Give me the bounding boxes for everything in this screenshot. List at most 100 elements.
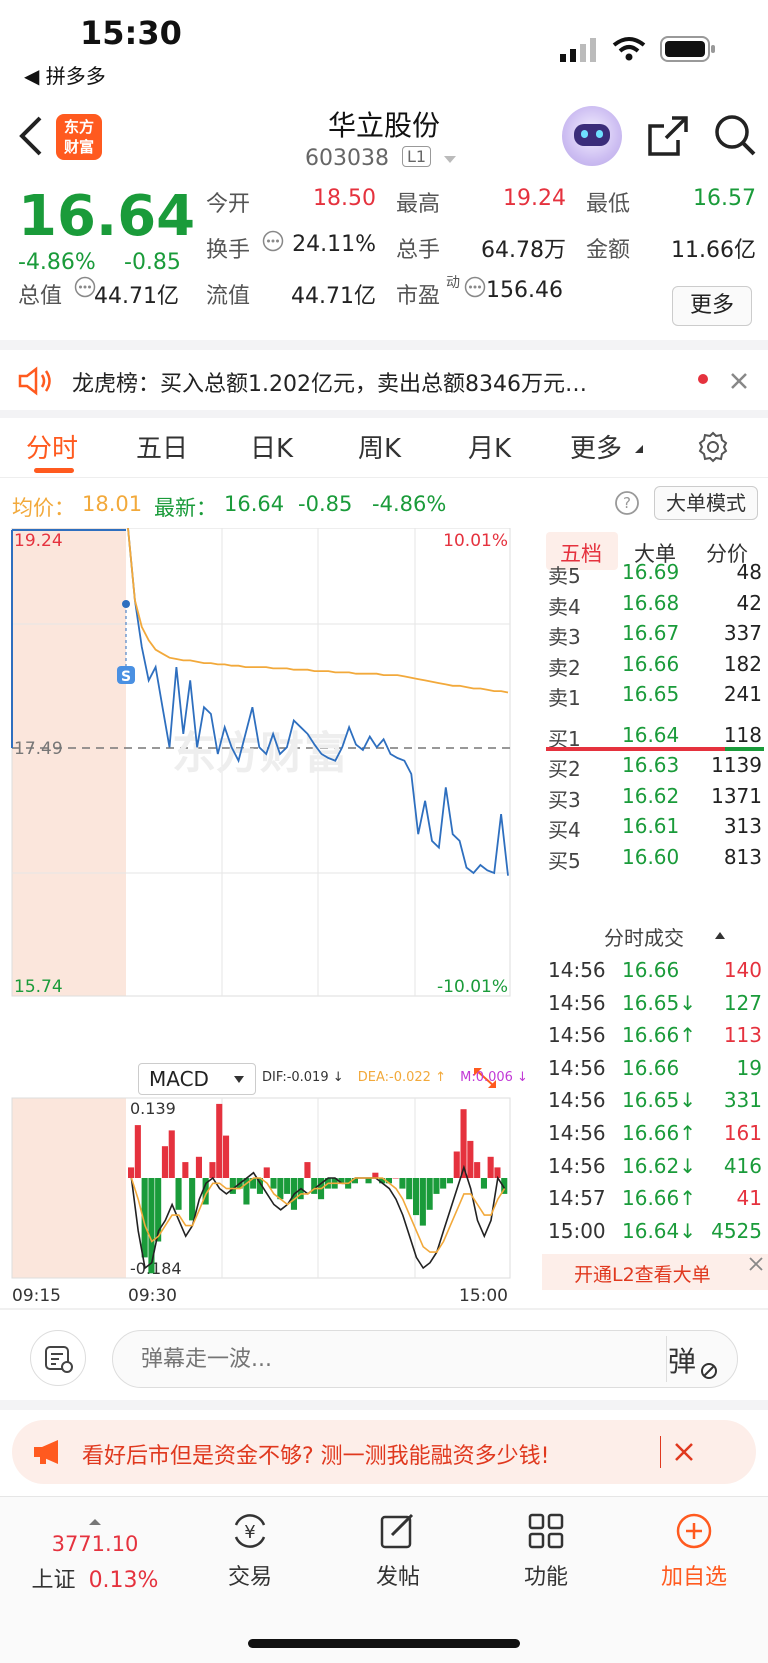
market-index-widget[interactable]: 3771.10 上证 0.13% [20,1511,170,1594]
tab-five-day[interactable]: 五日 [136,428,188,465]
bottom-navigation: 3771.10 上证 0.13% ¥ 交易 发帖 功能 加自选 [0,1496,768,1663]
info-dots-icon[interactable] [464,276,486,298]
big-order-mode-button[interactable]: 大单模式 [654,486,758,520]
danmu-input[interactable] [112,1330,738,1388]
tab-weekly-k[interactable]: 周K [358,428,401,465]
pe-value: 156.46 [486,278,563,303]
level-badge: L1 [402,146,432,167]
tab-monthly-k[interactable]: 月K [468,428,511,465]
dragon-tiger-notice[interactable]: 龙虎榜：买入总额1.202亿元，卖出总额8346万元… [0,350,768,410]
intraday-chart[interactable]: 东方财富19.2417.4915.7410.01%-10.01%0.139-0.… [0,528,542,1308]
gear-icon[interactable] [696,430,730,464]
pct-axis-top: 10.01% [443,531,508,551]
level-price: 16.68 [622,590,680,615]
divider [0,410,768,418]
level-volume: 1371 [711,783,762,808]
macd-bar [487,1156,494,1178]
l2-promo-banner[interactable]: 开通L2查看大单 [542,1254,768,1290]
trade-row: 14:56 16.66↑ 113 [542,1023,768,1057]
trade-price: 16.66 [622,1055,680,1080]
macd-bar [453,1151,460,1178]
trade-volume: 41 [736,1186,762,1211]
close-icon[interactable] [748,1256,764,1272]
trade-row: 14:57 16.66↑ 41 [542,1186,768,1220]
stock-header: 东方 财富 华立股份 603038 L1 [0,100,768,180]
trade-price: 16.64↓ [622,1218,697,1243]
nav-add-watchlist[interactable]: 加自选 [634,1511,754,1591]
macd-bar [270,1178,277,1189]
tab-intraday[interactable]: 分时 [26,428,78,465]
nav-functions-label: 功能 [523,1565,568,1590]
macd-bar [426,1178,433,1210]
level-volume: 182 [723,651,762,676]
macd-bar [195,1156,202,1178]
level-label: 买2 [548,757,581,781]
danmu-toggle-button[interactable]: 弹 [668,1340,696,1380]
nav-trade[interactable]: ¥ 交易 [190,1511,310,1591]
level-label: 卖5 [548,564,581,588]
nav-functions[interactable]: 功能 [486,1511,606,1591]
trade-icon: ¥ [234,1514,266,1548]
trades-title[interactable]: 分时成交 [604,922,684,951]
info-dots-icon[interactable] [74,276,96,298]
search-icon[interactable] [712,112,758,158]
amount-label: 金额 [586,238,631,263]
trade-time: 14:56 [548,1088,606,1113]
price-axis-top: 19.24 [14,531,63,551]
macd-bar [148,1178,155,1274]
macd-bar [134,1125,141,1178]
indicator-select[interactable]: MACD [138,1063,256,1095]
chevron-down-icon[interactable] [442,154,458,166]
trade-row: 14:56 16.62↓ 416 [542,1154,768,1188]
svg-text:?: ? [623,494,631,512]
financing-promo-banner[interactable]: 看好后市但是资金不够? 测一测我能融资多少钱! [12,1420,756,1484]
level-volume: 48 [736,560,762,584]
level-price: 16.61 [622,814,680,838]
dif-legend: DIF:-0.019 ↓ [262,1070,344,1085]
pct-axis-bottom: -10.01% [437,977,508,997]
order-book-row: 卖3 16.67 337 [542,621,768,653]
order-book-row: 买3 16.62 1371 [542,784,768,816]
danmu-settings-button[interactable] [30,1330,86,1386]
help-icon[interactable]: ? [614,490,640,516]
pe-dynamic-sup: 动 [446,275,460,291]
trade-price: 16.66↑ [622,1023,697,1048]
back-to-app-link[interactable]: ◀ 拼多多 [24,60,106,89]
ai-assistant-avatar[interactable] [562,106,622,166]
close-icon[interactable] [674,1442,694,1462]
divider [660,1436,661,1468]
level-price: 16.66 [622,651,680,676]
chevron-down-icon [234,1076,244,1083]
trade-price: 16.66↑ [622,1121,697,1145]
order-book-row: 买5 16.60 813 [542,845,768,877]
tab-more[interactable]: 更多 [570,428,622,465]
macd-bar [128,1167,135,1178]
macd-bar [474,1162,481,1178]
trade-time: 14:57 [548,1186,606,1211]
trade-time: 14:56 [548,1023,606,1048]
time-label-close: 15:00 [459,1286,508,1306]
macd-bar [182,1162,189,1178]
up-triangle-icon [89,1519,101,1525]
share-icon[interactable] [646,114,690,158]
nav-trade-label: 交易 [227,1565,272,1590]
trade-volume: 161 [723,1121,762,1145]
macd-bar [392,1178,399,1179]
trade-volume: 19 [736,1055,762,1080]
stock-code: 603038 [305,146,389,171]
order-book-row: 卖1 16.65 241 [542,682,768,714]
dea-legend: DEA:-0.022 ↑ [357,1070,446,1085]
tab-daily-k[interactable]: 日K [250,428,293,465]
divider [666,1336,667,1382]
nav-post[interactable]: 发帖 [338,1511,458,1591]
latest-change: -0.85 [298,492,353,516]
level-volume: 42 [736,590,762,615]
order-book-row: 卖4 16.68 42 [542,591,768,623]
time-label-open-auction: 09:15 [12,1286,61,1306]
sell-signal-letter: S [121,669,131,685]
macd-legend: DIF:-0.019 ↓ DEA:-0.022 ↑ M:0.006 ↓ [262,1070,528,1085]
avg-value: 18.01 [82,492,143,516]
more-button[interactable]: 更多 [672,286,752,326]
close-icon[interactable] [730,372,748,390]
speaker-icon [18,366,51,396]
